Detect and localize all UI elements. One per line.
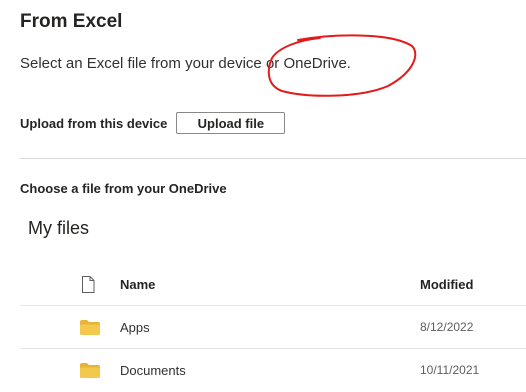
dialog-title: From Excel: [20, 11, 123, 32]
onedrive-choose-label: Choose a file from your OneDrive: [20, 181, 227, 196]
file-name[interactable]: Apps: [120, 320, 150, 335]
file-list-header: Name Modified: [20, 262, 526, 306]
column-header-name[interactable]: Name: [120, 277, 155, 292]
file-name[interactable]: Documents: [120, 363, 186, 378]
document-icon: [82, 276, 95, 293]
file-row-documents[interactable]: Documents 10/11/2021: [20, 349, 526, 392]
file-modified-date: 10/11/2021: [420, 363, 480, 377]
column-header-modified[interactable]: Modified: [420, 277, 473, 292]
folder-icon: [80, 363, 100, 378]
upload-label: Upload from this device: [20, 115, 168, 131]
section-divider: [20, 158, 526, 159]
upload-file-button[interactable]: Upload file: [176, 112, 286, 134]
my-files-heading: My files: [28, 218, 90, 238]
folder-icon: [80, 320, 100, 335]
file-modified-date: 8/12/2022: [420, 320, 474, 334]
upload-section: Upload from this device Upload file: [20, 110, 286, 136]
dialog-subtitle: Select an Excel file from your device or…: [20, 55, 351, 72]
file-row-apps[interactable]: Apps 8/12/2022: [20, 306, 526, 349]
